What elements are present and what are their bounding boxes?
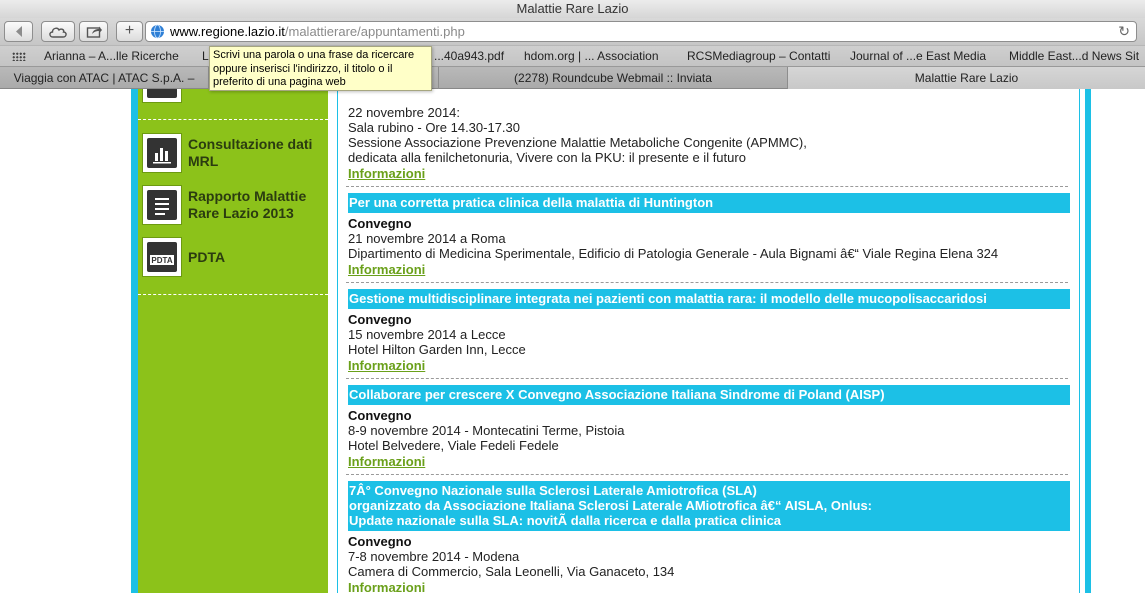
events-list: 22 novembre 2014: Sala rubino - Ore 14.3… bbox=[346, 105, 1070, 593]
event-type: Convegno bbox=[348, 216, 412, 231]
event-title-line: organizzato da Associazione Italiana Scl… bbox=[349, 498, 873, 513]
event-info-link[interactable]: Informazioni bbox=[348, 581, 425, 593]
bookmark-item[interactable]: Middle East...d News Sit bbox=[1009, 46, 1139, 66]
menu-icon-partial[interactable] bbox=[142, 89, 182, 103]
reload-icon[interactable]: ↻ bbox=[1118, 22, 1130, 41]
event-item: 7Â° Convegno Nazionale sulla Sclerosi La… bbox=[348, 481, 1070, 593]
bookmark-item[interactable]: ...40a943.pdf bbox=[434, 46, 504, 66]
event-title: Gestione multidisciplinare integrata nei… bbox=[348, 289, 1070, 309]
sidebar: Consultazione dati MRL Rapporto Malattie… bbox=[138, 89, 328, 593]
event-separator bbox=[346, 282, 1068, 283]
browser-toolbar: + www.regione.lazio.it/malattierare/appu… bbox=[0, 18, 1145, 45]
event-info-link[interactable]: Informazioni bbox=[348, 167, 425, 181]
event-line: Sessione Associazione Prevenzione Malatt… bbox=[348, 135, 807, 150]
sidebar-divider bbox=[138, 294, 328, 295]
tab-bar: Viaggia con ATAC | ATAC S.p.A. – (2278) … bbox=[0, 66, 1145, 89]
event-place: Hotel Hilton Garden Inn, Lecce bbox=[348, 342, 526, 357]
event-item: 22 novembre 2014: Sala rubino - Ore 14.3… bbox=[346, 105, 1070, 187]
event-type: Convegno bbox=[348, 534, 412, 549]
event-item: Gestione multidisciplinare integrata nei… bbox=[346, 289, 1070, 379]
bookmark-item[interactable]: RCSMediagroup – Contatti bbox=[687, 46, 830, 66]
event-item: Per una corretta pratica clinica della m… bbox=[346, 193, 1070, 283]
add-bookmark-button[interactable]: + bbox=[116, 21, 143, 42]
page-frame-left bbox=[131, 89, 138, 593]
back-arrow-icon bbox=[15, 26, 22, 37]
tab-malattie-rare[interactable]: Malattie Rare Lazio bbox=[788, 67, 1145, 89]
sidebar-item-label: PDTA bbox=[188, 249, 226, 265]
event-line: Sala rubino - Ore 14.30-17.30 bbox=[348, 120, 520, 135]
share-button[interactable] bbox=[79, 21, 108, 42]
tab-atac[interactable]: Viaggia con ATAC | ATAC S.p.A. – bbox=[0, 67, 209, 89]
event-line: 22 novembre 2014: bbox=[348, 105, 461, 120]
bookmark-item[interactable]: Arianna – A...lle Ricerche bbox=[44, 46, 179, 66]
event-date: 21 novembre 2014 a Roma bbox=[348, 231, 506, 246]
address-bar[interactable]: www.regione.lazio.it/malattierare/appunt… bbox=[145, 21, 1137, 42]
tab-roundcube[interactable]: (2278) Roundcube Webmail :: Inviata bbox=[439, 67, 788, 89]
svg-text:PDTA: PDTA bbox=[151, 256, 172, 265]
event-place: Dipartimento di Medicina Sperimentale, E… bbox=[348, 246, 999, 261]
document-icon bbox=[142, 185, 182, 225]
event-separator bbox=[346, 186, 1068, 187]
event-item: Collaborare per crescere X Convegno Asso… bbox=[346, 385, 1070, 475]
bookmark-item[interactable]: L bbox=[202, 46, 209, 66]
event-separator bbox=[346, 378, 1068, 379]
sidebar-item-label: Rapporto Malattie Rare Lazio 2013 bbox=[188, 188, 307, 221]
event-line: dedicata alla fenilchetonuria, Vivere co… bbox=[348, 150, 746, 165]
bar-chart-icon bbox=[142, 133, 182, 173]
sidebar-divider bbox=[138, 119, 328, 120]
pdta-icon: PDTA bbox=[142, 237, 182, 277]
event-date: 7-8 novembre 2014 - Modena bbox=[348, 549, 520, 564]
globe-icon bbox=[151, 24, 164, 39]
share-icon bbox=[86, 26, 102, 38]
event-type: Convegno bbox=[348, 408, 412, 423]
event-date: 8-9 novembre 2014 - Montecatini Terme, P… bbox=[348, 423, 625, 438]
top-sites-grid-icon[interactable] bbox=[12, 52, 26, 61]
event-title-line: 7Â° Convegno Nazionale sulla Sclerosi La… bbox=[349, 483, 757, 498]
bookmark-item[interactable]: Journal of ...e East Media bbox=[850, 46, 986, 66]
event-title: Collaborare per crescere X Convegno Asso… bbox=[348, 385, 1070, 405]
page-frame-right bbox=[1085, 89, 1091, 593]
content-border-right bbox=[1079, 89, 1080, 593]
event-place: Hotel Belvedere, Viale Fedeli Fedele bbox=[348, 438, 559, 453]
sidebar-item-label: Consultazione dati MRL bbox=[188, 136, 313, 169]
event-date: 15 novembre 2014 a Lecce bbox=[348, 327, 506, 342]
address-tooltip: Scrivi una parola o una frase da ricerca… bbox=[209, 46, 432, 91]
web-page: Consultazione dati MRL Rapporto Malattie… bbox=[0, 89, 1145, 593]
cloud-icon bbox=[49, 27, 67, 38]
document-icon bbox=[147, 89, 177, 98]
event-type: Convegno bbox=[348, 312, 412, 327]
back-button[interactable] bbox=[4, 21, 33, 42]
bookmark-item[interactable]: hdom.org | ... Association bbox=[524, 46, 659, 66]
event-place: Camera di Commercio, Sala Leonelli, Via … bbox=[348, 564, 675, 579]
window-title: Malattie Rare Lazio bbox=[0, 0, 1145, 18]
bookmarks-bar: Arianna – A...lle Ricerche L ...40a943.p… bbox=[0, 45, 1145, 66]
event-title: Per una corretta pratica clinica della m… bbox=[348, 193, 1070, 213]
icloud-button[interactable] bbox=[41, 21, 75, 42]
event-info-link[interactable]: Informazioni bbox=[348, 359, 425, 373]
event-info-link[interactable]: Informazioni bbox=[348, 263, 425, 277]
event-separator bbox=[346, 474, 1068, 475]
event-title-line: Update nazionale sulla SLA: novitÃ dalla… bbox=[349, 513, 782, 528]
url-host: www.regione.lazio.it bbox=[170, 24, 285, 39]
content-border-left bbox=[337, 89, 338, 593]
event-title: 7Â° Convegno Nazionale sulla Sclerosi La… bbox=[348, 481, 1070, 531]
event-info-link[interactable]: Informazioni bbox=[348, 455, 425, 469]
url-path: /malattierare/appuntamenti.php bbox=[284, 24, 465, 39]
